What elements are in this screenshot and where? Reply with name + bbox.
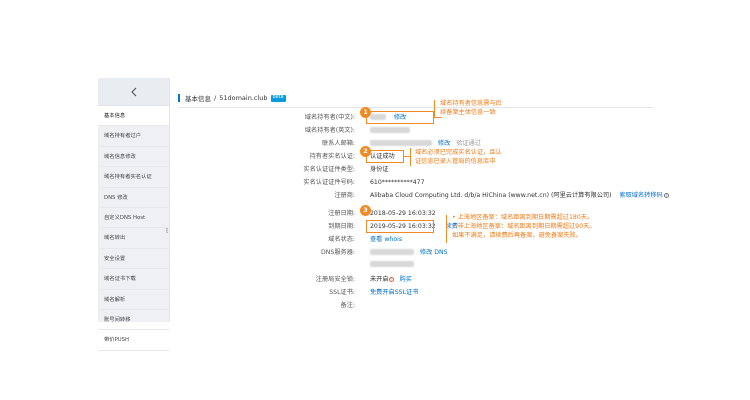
label-reg-date: 注册日期:: [328, 210, 355, 217]
sidebar-nav: 基本信息 域名持有者过户 域名信息修改 域名持有者实名认证 DNS 修改 自定义…: [98, 106, 169, 351]
annotation-note-1: 域名持有者信息需与后 续备案主体信息一致: [440, 99, 502, 117]
email-verify-status: 验证通过: [456, 140, 481, 147]
label-dns: DNS服务器:: [321, 249, 355, 256]
annotation-note-3-line-1: • 上海地区备案：域名距离到期日期需超过180天。: [452, 214, 594, 221]
breadcrumb: 基本信息 / 51domain.club Beta: [178, 92, 286, 104]
value-holder-en: [370, 126, 410, 136]
value-dns: 修改 DNS: [370, 248, 448, 258]
value-cert-type: 身份证: [370, 166, 389, 173]
registry-lock-status: 未开启: [370, 276, 389, 283]
label-registrar: 注册商:: [334, 192, 355, 199]
annotation-note-3: • 上海地区备案：域名距离到期日期需超过180天。 • 非上海地区备案：域名距离…: [452, 213, 595, 240]
annotation-box-2: [366, 150, 404, 163]
value-reg-date: 2018-05-29 16:03:32: [370, 210, 436, 217]
breadcrumb-separator: /: [214, 94, 217, 102]
annotation-bracket-2: [410, 148, 411, 166]
label-domain-status: 域名状态:: [328, 236, 355, 243]
redacted-holder-en: [370, 127, 410, 133]
sidebar: 基本信息 域名持有者过户 域名信息修改 域名持有者实名认证 DNS 修改 自定义…: [98, 78, 170, 351]
annotation-note-1-line-2: 续备案主体信息一致: [440, 109, 496, 116]
breadcrumb-domain: 51domain.club: [219, 94, 268, 102]
modify-dns-link[interactable]: 修改 DNS: [420, 249, 448, 256]
annotation-note-2: 域名必须已完成实名认证，且认 证信息已录入管局的信息库中: [415, 148, 502, 166]
label-email: 联系人邮箱:: [321, 140, 355, 147]
main-content: 基本信息 / 51domain.club Beta 域名持有者(中文): 修改 …: [170, 78, 669, 322]
annotation-box-1: [366, 111, 434, 124]
buy-lock-link[interactable]: 购买: [399, 276, 411, 283]
sidebar-item-security[interactable]: 安全设置: [98, 249, 169, 270]
annotation-marker-3: 3: [360, 205, 371, 216]
whois-link[interactable]: 查看 whois: [370, 236, 402, 243]
redacted-dns-1: [370, 249, 414, 255]
label-realname: 持有者实名认证:: [309, 153, 355, 160]
value-registrar: Alibaba Cloud Computing Ltd. d/b/a HiChi…: [370, 191, 669, 201]
value-dns-2: [370, 260, 414, 270]
sidebar-item-cert-download[interactable]: 域名证书下载: [98, 269, 169, 290]
title-accent-bar: [178, 94, 180, 102]
back-button[interactable]: [98, 78, 169, 106]
annotation-note-3-line-2: • 非上海地区备案：域名距离到期日期需超过90天。: [452, 223, 596, 230]
label-ssl: SSL证书:: [329, 289, 355, 296]
label-holder-cn: 域名持有者(中文):: [304, 114, 355, 121]
value-cert-no: 610**********477: [370, 179, 425, 186]
help-icon[interactable]: ?: [663, 192, 669, 198]
label-cert-type: 实名认证证件类型:: [303, 166, 355, 173]
domain-console-panel: 基本信息 域名持有者过户 域名信息修改 域名持有者实名认证 DNS 修改 自定义…: [98, 78, 669, 351]
label-holder-en: 域名持有者(英文):: [304, 127, 355, 134]
sidebar-item-holder-transfer[interactable]: 域名持有者过户: [98, 126, 169, 147]
annotation-note-3-line-3: 如果不满足，请续费后再备案，避免备案失败。: [452, 232, 582, 239]
value-registry-lock: 未开启! 购买: [370, 275, 412, 285]
chevron-left-icon: [130, 87, 136, 96]
request-transfer-code-link[interactable]: 索取域名转移码: [619, 192, 662, 199]
value-domain-status: 查看 whois: [370, 235, 402, 245]
header-divider: [178, 107, 653, 108]
redacted-email: [370, 140, 432, 146]
sidebar-item-resolve[interactable]: 域名解析: [98, 290, 169, 310]
sidebar-item-transfer-out[interactable]: 域名转出: [98, 228, 169, 249]
sidebar-item-basic-info[interactable]: 基本信息: [98, 106, 169, 127]
annotation-note-1-line-1: 域名持有者信息需与后: [440, 100, 502, 107]
sidebar-item-custom-dns-host[interactable]: 自定义DNS Host: [98, 208, 169, 229]
annotation-bracket-3: [446, 215, 447, 243]
sidebar-item-realname[interactable]: 域名持有者实名认证: [98, 167, 169, 188]
label-expire-date: 到期日期:: [328, 223, 355, 230]
annotation-box-3: [366, 220, 434, 233]
annotation-marker-2: 2: [360, 146, 371, 157]
registrar-name: Alibaba Cloud Computing Ltd. d/b/a HiChi…: [370, 192, 612, 199]
annotation-bracket-1: [434, 100, 435, 117]
email-modify-link[interactable]: 修改: [438, 140, 450, 147]
warning-icon: !: [388, 276, 394, 282]
free-ssl-link[interactable]: 免费开启SSL证书: [370, 289, 418, 296]
annotation-note-2-line-1: 域名必须已完成实名认证，且认: [415, 149, 502, 156]
sidebar-item-dns-modify[interactable]: DNS 修改: [98, 188, 169, 208]
value-ssl: 免费开启SSL证书: [370, 288, 418, 298]
annotation-marker-1: 1: [360, 107, 371, 118]
annotation-note-2-line-2: 证信息已录入管局的信息库中: [415, 158, 496, 165]
redacted-dns-2: [370, 261, 414, 267]
label-remark: 备注:: [340, 302, 355, 309]
sidebar-item-push[interactable]: 带价PUSH: [98, 330, 169, 351]
annotation-connector-1: [434, 117, 442, 118]
breadcrumb-section[interactable]: 基本信息: [185, 93, 211, 103]
sidebar-item-account-transfer[interactable]: 账号间转移: [98, 310, 169, 331]
label-cert-no: 实名认证证件号码:: [303, 179, 355, 186]
sidebar-item-info-modify[interactable]: 域名信息修改: [98, 147, 169, 168]
label-registry-lock: 注册局安全锁:: [315, 276, 355, 283]
beta-badge: Beta: [270, 94, 286, 102]
